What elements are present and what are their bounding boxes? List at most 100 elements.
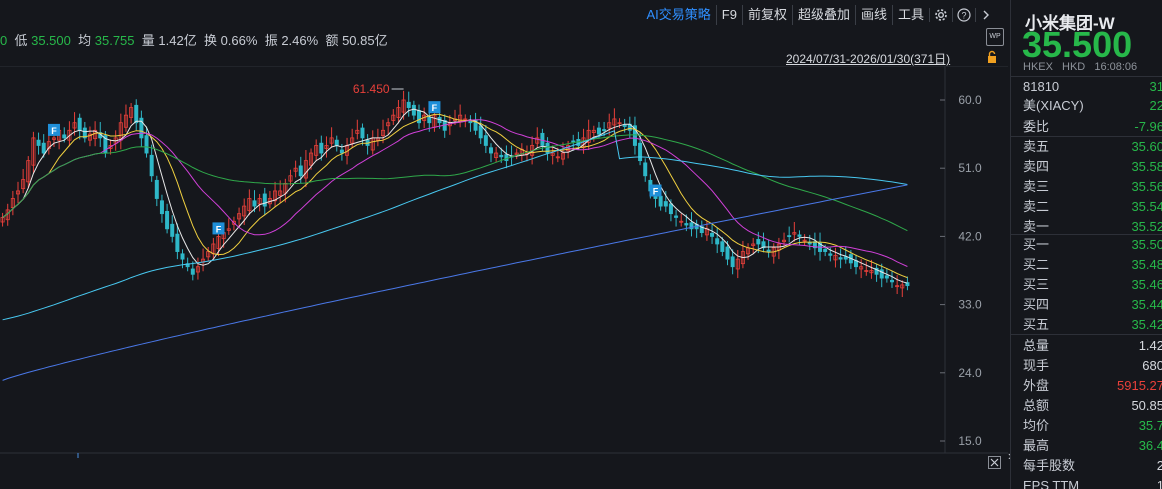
super-overlay-button[interactable]: 超级叠加 — [791, 5, 855, 25]
turnover-label: 换 — [203, 33, 217, 48]
candle-body — [828, 253, 833, 256]
tools-button[interactable]: 工具 — [891, 5, 929, 25]
y-tick-label: 42.0 — [958, 229, 982, 243]
wp-button[interactable]: WP — [986, 28, 1004, 46]
gear-icon[interactable] — [929, 8, 952, 22]
candle-body — [720, 241, 725, 252]
ask-value: 35.60 — [1131, 139, 1162, 154]
bid-row[interactable]: 买三 35.46 — [1023, 275, 1162, 295]
info-row[interactable]: 均价 35.7 — [1023, 416, 1162, 436]
draw-line-button[interactable]: 画线 — [854, 5, 892, 25]
close-icon[interactable] — [988, 456, 1001, 472]
code-label: 81810 — [1023, 79, 1060, 94]
candle-body — [406, 101, 411, 108]
bid-row[interactable]: 买五 35.42 — [1023, 315, 1162, 335]
candle-body — [159, 200, 164, 215]
bid-row[interactable]: 买四 35.44 — [1023, 295, 1162, 315]
quote-time: 16:08:06 — [1094, 61, 1138, 73]
lock-icon[interactable] — [985, 50, 999, 67]
financial-flag-label: F — [432, 103, 438, 113]
info-row[interactable]: 现手 680 — [1023, 356, 1162, 376]
candle-body — [571, 140, 576, 143]
candle-body — [252, 200, 257, 207]
candlestick-chart[interactable]: 60.0 51.0 42.0 33.0 24.0 15.0 61.450 F F F F — [0, 66, 1008, 458]
divider — [1011, 76, 1162, 77]
ask-value: 35.58 — [1131, 159, 1162, 174]
avg-label: 均 — [78, 33, 92, 48]
quote-side-panel: 小米集团-W 35.500 HKEX HKD 16:08:06 81810 31… — [1011, 0, 1162, 489]
bid-value: 35.50 — [1131, 237, 1162, 252]
candle-body — [843, 256, 848, 260]
candle-body — [787, 235, 792, 238]
adr-row[interactable]: 美(XIACY) 22 — [1023, 96, 1162, 116]
f9-button[interactable]: F9 — [715, 5, 742, 25]
candle-body — [838, 257, 843, 260]
candle-body — [725, 246, 730, 260]
candle-body — [360, 127, 365, 139]
code-value: 31 — [1149, 79, 1162, 94]
info-row[interactable]: 总量 1.42 — [1023, 336, 1162, 356]
candle-body — [41, 142, 46, 154]
candle-body — [339, 149, 344, 154]
candle-body — [668, 203, 673, 215]
bid-row[interactable]: 买二 35.48 — [1023, 255, 1162, 275]
ask-row[interactable]: 卖二 35.54 — [1023, 197, 1162, 217]
candle-body — [488, 147, 493, 154]
candle-body — [149, 154, 154, 177]
candle-body — [411, 104, 416, 116]
info-value: 5915.27 — [1117, 378, 1162, 393]
candle-body — [62, 134, 67, 139]
ask-row[interactable]: 卖三 35.56 — [1023, 177, 1162, 197]
ai-strategy-button[interactable]: AI交易策略 — [641, 5, 715, 25]
help-icon[interactable]: ? — [952, 8, 975, 22]
adjust-button[interactable]: 前复权 — [741, 5, 792, 25]
candle-body — [807, 242, 812, 245]
ask-row[interactable]: 卖四 35.58 — [1023, 157, 1162, 177]
volume-value: 1.42亿 — [158, 33, 197, 48]
candle-body — [756, 239, 761, 245]
y-tick-label: 33.0 — [958, 298, 982, 312]
candle-body — [730, 256, 735, 268]
info-row[interactable]: EPS TTM 1 — [1023, 476, 1162, 489]
bid-label: 买二 — [1023, 257, 1050, 272]
info-label: 现手 — [1023, 358, 1050, 373]
amount-label: 额 — [325, 33, 339, 48]
ask-row[interactable]: 卖五 35.60 — [1023, 137, 1162, 157]
chevron-right-icon[interactable] — [975, 8, 996, 22]
bid-value: 35.44 — [1131, 297, 1162, 312]
info-label: 每手股数 — [1023, 458, 1076, 473]
info-row[interactable]: 总额 50.85 — [1023, 396, 1162, 416]
order-ratio-label: 委比 — [1023, 119, 1050, 134]
y-tick-label: 15.0 — [958, 434, 982, 448]
adr-value: 22 — [1149, 98, 1162, 113]
candle-body — [622, 124, 627, 127]
info-row[interactable]: 外盘 5915.27 — [1023, 376, 1162, 396]
ma120-line — [2, 130, 908, 321]
info-label: 最高 — [1023, 438, 1050, 453]
info-value: 50.85 — [1131, 398, 1162, 413]
info-label: 外盘 — [1023, 378, 1050, 393]
candle-body — [602, 129, 607, 131]
exchange-label: HKEX — [1023, 61, 1053, 73]
candle-body — [478, 125, 483, 139]
candle-body — [674, 215, 679, 218]
ask-label: 卖五 — [1023, 139, 1050, 154]
high-price-label: 61.450 — [353, 82, 390, 96]
info-row[interactable]: 最高 36.4 — [1023, 436, 1162, 456]
info-value: 36.4 — [1138, 438, 1162, 453]
bid-value: 35.42 — [1131, 317, 1162, 332]
financial-flag-label: F — [51, 126, 57, 136]
bid-value: 35.46 — [1131, 277, 1162, 292]
y-tick-label: 24.0 — [958, 366, 982, 380]
info-row[interactable]: 每手股数 2 — [1023, 456, 1162, 476]
candle-body — [766, 249, 771, 252]
bid-row[interactable]: 买一 35.50 — [1023, 235, 1162, 255]
financial-flag-label: F — [216, 224, 222, 234]
candle-body — [417, 110, 422, 124]
candle-body — [180, 253, 185, 260]
candle-body — [298, 165, 303, 177]
candle-body — [319, 142, 324, 154]
candle-body — [499, 154, 504, 158]
date-range-selector[interactable]: 2024/07/31-2026/01/30(371日) — [786, 50, 950, 67]
quote-stats-bar: 0 低 35.500 均 35.755 量 1.42亿 换 0.66% 振 2.… — [0, 30, 388, 49]
